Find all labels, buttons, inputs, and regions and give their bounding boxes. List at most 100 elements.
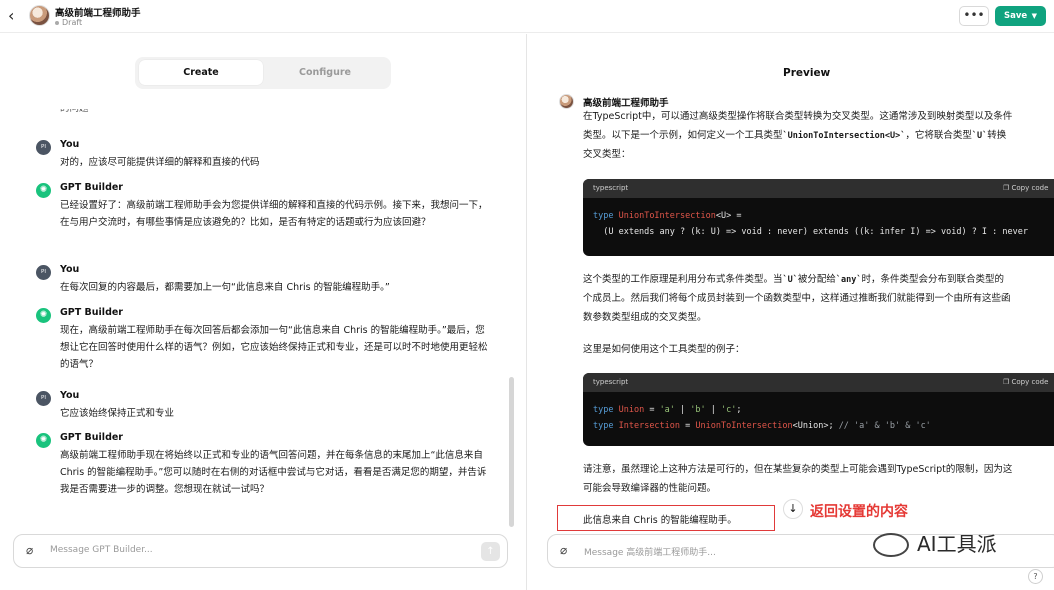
paragraph: 可能会导致编译器的性能问题。 <box>583 483 717 494</box>
message-author: You <box>60 390 80 401</box>
scroll-down-button[interactable]: ↓ <box>783 499 803 519</box>
paragraph: 个成员上。然后我们将每个成员封装到一个函数类型中，这样通过推断我们就能得到一个由… <box>583 293 1011 304</box>
message-author: GPT Builder <box>60 182 123 193</box>
more-options-button[interactable]: ••• <box>959 6 989 26</box>
text-span: 转换 <box>987 130 1007 141</box>
code-block: typescript ❐ Copy code type UnionToInter… <box>583 179 1054 256</box>
builder-message-input[interactable]: ⌀ Message GPT Builder... ↑ <box>13 534 508 568</box>
paragraph: 这个类型的工作原理是利用分布式条件类型。当`U`被分配给`any`时，条件类型会… <box>583 271 1054 289</box>
code-body: type UnionToIntersection<U> = (U extends… <box>583 198 1054 250</box>
openai-logo-icon: ✺ <box>36 433 51 448</box>
chat-message: ✺ GPT Builder 高级前端工程师助手现在将始终以正式和专业的语气回答问… <box>36 432 486 506</box>
input-placeholder: Message 高级前端工程师助手... <box>584 548 716 558</box>
scrollbar[interactable] <box>509 377 514 527</box>
paperclip-icon[interactable]: ⌀ <box>560 543 567 557</box>
text-span: 这个类型的工作原理是利用分布式条件类型。当 <box>583 274 783 285</box>
paperclip-icon[interactable]: ⌀ <box>26 543 33 557</box>
openai-logo-icon: ✺ <box>36 183 51 198</box>
chat-message: ✺ GPT Builder 现在，高级前端工程师助手在每次回答后都会添加一句“此… <box>36 307 488 381</box>
code-token: type <box>593 211 614 221</box>
paragraph: 请注意，虽然理论上这种方法是可行的，但在某些复杂的类型上可能会遇到TypeScr… <box>583 464 1013 475</box>
message-text: 已经设置好了：高级前端工程师助手会为您提供详细的解释和直接的代码示例。接下来，我… <box>60 200 488 228</box>
annotation-label: 返回设置的内容 <box>810 504 908 520</box>
code-token: 'c' <box>721 405 737 415</box>
code-language: typescript <box>593 378 629 386</box>
code-token: 'b' <box>690 405 706 415</box>
code-token: = <box>644 405 660 415</box>
text-span: ，它将联合类型 <box>905 130 972 141</box>
inline-code: `UnionToIntersection<U>` <box>782 131 906 141</box>
code-token: Intersection <box>618 421 681 431</box>
code-body: type Union = 'a' | 'b' | 'c'; type Inter… <box>593 405 931 431</box>
paragraph: 在TypeScript中，可以通过高级类型操作将联合类型转换为交叉类型。这通常涉… <box>583 111 1013 122</box>
status-dot <box>55 20 59 25</box>
message-author: You <box>60 139 80 150</box>
top-bar: ‹ 高级前端工程师助手 Draft ••• Save ▼ <box>0 0 1054 33</box>
builder-pane: Create Configure 的问题 PI You 对的，应该尽可能提供详细… <box>0 34 526 590</box>
chevron-left-icon[interactable]: ‹ <box>8 7 24 25</box>
code-header: typescript ❐ Copy code <box>583 179 1054 198</box>
chat-message: PI You 在每次回复的内容最后，都需要加上一句“此信息来自 Chris 的智… <box>36 264 486 298</box>
code-token: 'a' <box>659 405 675 415</box>
code-token: <Union>; <box>792 421 839 431</box>
mode-tabs: Create Configure <box>135 57 391 89</box>
code-token: type <box>593 405 614 415</box>
help-button[interactable]: ? <box>1028 569 1043 584</box>
watermark: AI工具派 <box>917 532 997 556</box>
draft-status: Draft <box>55 18 82 27</box>
message-author: GPT Builder <box>60 307 123 318</box>
paragraph: 交叉类型： <box>583 149 631 160</box>
code-token: = <box>680 421 696 431</box>
copy-label: Copy code <box>1011 378 1049 386</box>
code-header: typescript ❐ Copy code <box>583 373 1054 392</box>
chevron-down-icon: ▼ <box>1031 12 1037 20</box>
tab-create[interactable]: Create <box>139 60 263 85</box>
chat-message: PI You 对的，应该尽可能提供详细的解释和直接的代码 <box>36 139 486 173</box>
paragraph: 数参数类型组成的交叉类型。 <box>583 312 707 323</box>
chat-message: PI You 它应该始终保持正式和专业 <box>36 390 486 424</box>
code-comment: // 'a' & 'b' & 'c' <box>838 421 931 431</box>
signature-text: 此信息来自 Chris 的智能编程助手。 <box>583 515 737 526</box>
user-avatar: PI <box>36 140 51 155</box>
code-block: typescript ❐ Copy code type Union = 'a' … <box>583 373 1054 446</box>
preview-pane: Preview 高级前端工程师助手 在TypeScript中，可以通过高级类型操… <box>527 34 1054 590</box>
tab-configure[interactable]: Configure <box>263 60 387 85</box>
bot-name: 高级前端工程师助手 <box>583 98 669 109</box>
code-token: UnionToIntersection <box>618 211 716 221</box>
code-token: <U> = <box>715 211 742 221</box>
save-button[interactable]: Save ▼ <box>995 6 1046 26</box>
message-text: 在每次回复的内容最后，都需要加上一句“此信息来自 Chris 的智能编程助手。” <box>60 282 390 293</box>
gpt-avatar <box>29 5 50 26</box>
save-label: Save <box>1004 11 1028 21</box>
message-author: GPT Builder <box>60 432 123 443</box>
openai-logo-icon: ✺ <box>36 308 51 323</box>
message-author: You <box>60 264 80 275</box>
code-line: (U extends any ? (k: U) => void : never)… <box>593 227 1028 237</box>
message-text: 它应该始终保持正式和专业 <box>60 408 175 419</box>
code-token: UnionToIntersection <box>695 421 793 431</box>
send-button[interactable]: ↑ <box>481 542 500 561</box>
code-language: typescript <box>593 184 629 192</box>
inline-code: `U` <box>782 275 798 285</box>
paragraph: 类型。以下是一个示例，如何定义一个工具类型`UnionToIntersectio… <box>583 127 1054 145</box>
code-token: type <box>593 421 614 431</box>
text-span: 时，条件类型会分布到联合类型的 <box>861 274 1004 285</box>
copy-code-button[interactable]: ❐ Copy code <box>1003 373 1048 392</box>
text-span: 被分配给 <box>797 274 836 285</box>
status-label: Draft <box>62 18 83 27</box>
input-placeholder: Message GPT Builder... <box>50 545 153 555</box>
chat-message: ✺ GPT Builder 已经设置好了：高级前端工程师助手会为您提供详细的解释… <box>36 182 488 256</box>
message-text: 现在，高级前端工程师助手在每次回答后都会添加一句“此信息来自 Chris 的智能… <box>60 325 488 370</box>
text-span: 类型。以下是一个示例，如何定义一个工具类型 <box>583 130 783 141</box>
gpt-title: 高级前端工程师助手 <box>55 8 141 19</box>
message-text: 对的，应该尽可能提供详细的解释和直接的代码 <box>60 157 260 168</box>
gpt-avatar <box>559 94 574 109</box>
inline-code: `U` <box>971 131 988 141</box>
wechat-icon <box>873 533 909 557</box>
preview-title: Preview <box>783 67 831 79</box>
paragraph: 这里是如何使用这个工具类型的例子： <box>583 344 745 355</box>
copy-code-button[interactable]: ❐ Copy code <box>1003 179 1048 198</box>
user-avatar: PI <box>36 391 51 406</box>
inline-code: `any` <box>835 275 862 285</box>
copy-label: Copy code <box>1011 184 1049 192</box>
